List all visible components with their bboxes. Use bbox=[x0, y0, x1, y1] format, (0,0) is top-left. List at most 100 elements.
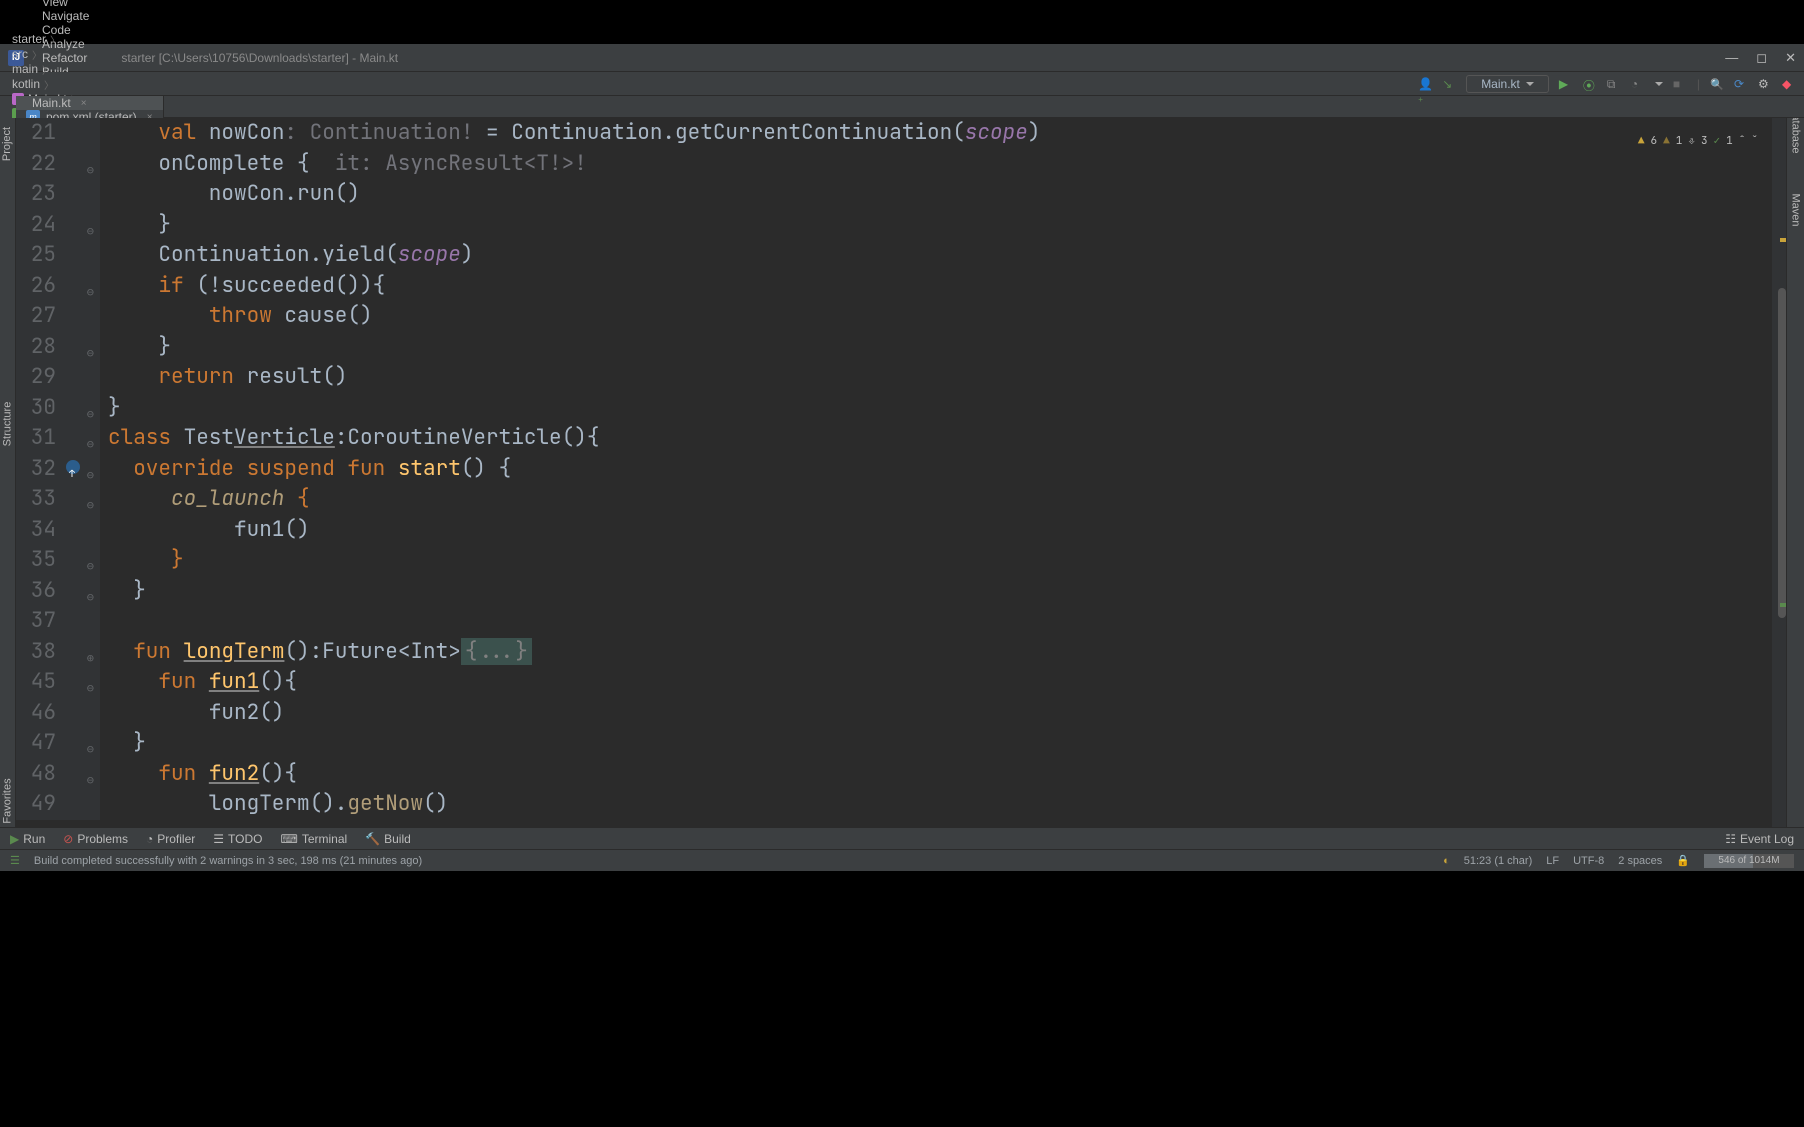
file-encoding[interactable]: UTF-8 bbox=[1573, 855, 1604, 867]
code-line[interactable]: 23 nowCon.run() bbox=[16, 179, 1768, 210]
line-number: 31 bbox=[16, 423, 64, 454]
status-indicator-icon[interactable]: ☰ bbox=[10, 854, 20, 867]
code-line[interactable]: 30⊖} bbox=[16, 393, 1768, 424]
line-number: 28 bbox=[16, 332, 64, 363]
breadcrumb-item[interactable]: main〉 bbox=[8, 62, 107, 77]
tab-close-icon[interactable]: × bbox=[81, 98, 87, 109]
error-stripe[interactable] bbox=[1772, 118, 1786, 827]
line-number: 45 bbox=[16, 667, 64, 698]
indent-settings[interactable]: 2 spaces bbox=[1618, 855, 1662, 867]
run-config-label: Main.kt bbox=[1481, 77, 1520, 91]
code-line[interactable]: 46 fun2() bbox=[16, 698, 1768, 729]
line-number: 49 bbox=[16, 789, 64, 820]
line-number: 35 bbox=[16, 545, 64, 576]
stop-button[interactable] bbox=[1673, 77, 1687, 91]
code-line[interactable]: 45⊖ fun fun1(){ bbox=[16, 667, 1768, 698]
override-gutter-icon[interactable] bbox=[66, 460, 80, 474]
code-line[interactable]: 21 val nowCon: Continuation! = Continuat… bbox=[16, 118, 1768, 149]
line-number: 46 bbox=[16, 698, 64, 729]
bottom-tool-stripe: ▶Run ⊘Problems ◔Profiler ☰TODO ⌨Terminal… bbox=[0, 827, 1804, 849]
event-log-button[interactable]: ☷Event Log bbox=[1725, 832, 1794, 846]
main-menu-bar: IJ FileEditViewNavigateCodeAnalyzeRefact… bbox=[0, 44, 1804, 72]
readonly-lock-icon[interactable] bbox=[1676, 854, 1690, 867]
code-line[interactable]: 37 bbox=[16, 606, 1768, 637]
add-configuration-icon[interactable]: 👤+ bbox=[1418, 77, 1432, 91]
code-line[interactable]: 24⊖ } bbox=[16, 210, 1768, 241]
run-configuration-dropdown[interactable]: Main.kt bbox=[1466, 75, 1549, 93]
tool-window-database[interactable]: Database bbox=[1790, 118, 1802, 154]
tool-window-maven[interactable]: Maven bbox=[1790, 193, 1802, 226]
tool-window-project[interactable]: Project bbox=[2, 127, 14, 161]
menu-view[interactable]: View bbox=[34, 0, 97, 9]
editor[interactable]: ▲6 ▲1 ⎀3 ✓1 ˆ ˇ 21 val nowCon: Continuat… bbox=[16, 118, 1786, 827]
line-number: 30 bbox=[16, 393, 64, 424]
tool-window-build[interactable]: 🔨Build bbox=[365, 832, 411, 846]
line-number: 38 bbox=[16, 637, 64, 668]
code-line[interactable]: 47⊖ } bbox=[16, 728, 1768, 759]
code-line[interactable]: 33⊖ co_launch { bbox=[16, 484, 1768, 515]
tool-window-terminal[interactable]: ⌨Terminal bbox=[280, 832, 347, 846]
status-message: Build completed successfully with 2 warn… bbox=[34, 855, 1429, 867]
code-line[interactable]: 38⊕ fun longTerm():Future<Int>{...} bbox=[16, 637, 1768, 668]
line-number: 34 bbox=[16, 515, 64, 546]
debug-button[interactable] bbox=[1583, 77, 1597, 91]
code-line[interactable]: 28⊖ } bbox=[16, 332, 1768, 363]
tool-window-favorites[interactable]: Favorites bbox=[2, 778, 14, 823]
line-number: 36 bbox=[16, 576, 64, 607]
line-number: 23 bbox=[16, 179, 64, 210]
tool-window-problems[interactable]: ⊘Problems bbox=[63, 832, 128, 846]
profile-button[interactable]: ◔ bbox=[1631, 77, 1645, 91]
code-line[interactable]: 35⊖ } bbox=[16, 545, 1768, 576]
breadcrumb-item[interactable]: src〉 bbox=[8, 47, 107, 62]
code-line[interactable]: 36⊖ } bbox=[16, 576, 1768, 607]
code-line[interactable]: 22⊖ onComplete { it: AsyncResult<T!>! bbox=[16, 149, 1768, 180]
status-bar: ☰ Build completed successfully with 2 wa… bbox=[0, 849, 1804, 871]
intellij-marketplace-icon[interactable]: ◆ bbox=[1782, 77, 1796, 91]
search-everywhere-icon[interactable] bbox=[1710, 77, 1724, 91]
code-line[interactable]: 27 throw cause() bbox=[16, 301, 1768, 332]
window-minimize-icon[interactable]: — bbox=[1725, 50, 1738, 66]
code-line[interactable]: 26⊖ if (!succeeded()){ bbox=[16, 271, 1768, 302]
code-line[interactable]: 32⊖ override suspend fun start() { bbox=[16, 454, 1768, 485]
run-button[interactable] bbox=[1559, 77, 1573, 91]
line-number: 47 bbox=[16, 728, 64, 759]
line-number: 24 bbox=[16, 210, 64, 241]
window-maximize-icon[interactable]: ◻ bbox=[1756, 50, 1767, 66]
line-number: 32 bbox=[16, 454, 64, 485]
editor-tab[interactable]: Main.kt× bbox=[16, 96, 164, 110]
tool-window-structure[interactable]: Structure bbox=[2, 402, 14, 447]
tool-window-profiler[interactable]: ◔Profiler bbox=[146, 832, 195, 846]
more-run-dropdown[interactable] bbox=[1655, 82, 1663, 86]
ide-window: IJ FileEditViewNavigateCodeAnalyzeRefact… bbox=[0, 44, 1804, 871]
code-line[interactable]: 34 fun1() bbox=[16, 515, 1768, 546]
code-line[interactable]: 25 Continuation.yield(scope) bbox=[16, 240, 1768, 271]
editor-tabs: Main.kt×mpom.xml (starter)× bbox=[16, 96, 1804, 118]
line-separator[interactable]: LF bbox=[1546, 855, 1559, 867]
line-number: 29 bbox=[16, 362, 64, 393]
line-number: 48 bbox=[16, 759, 64, 790]
right-tool-stripe: Database Maven bbox=[1786, 118, 1804, 827]
left-tool-stripe: Project Structure Favorites bbox=[0, 118, 16, 827]
code-line[interactable]: 49 longTerm().getNow() bbox=[16, 789, 1768, 820]
menu-navigate[interactable]: Navigate bbox=[34, 9, 97, 23]
settings-icon[interactable] bbox=[1758, 77, 1772, 91]
breadcrumb-item[interactable]: starter〉 bbox=[8, 32, 107, 47]
line-number: 21 bbox=[16, 118, 64, 149]
window-title: starter [C:\Users\10756\Downloads\starte… bbox=[121, 51, 398, 65]
tool-window-run[interactable]: ▶Run bbox=[10, 832, 45, 846]
build-icon[interactable]: ↘ bbox=[1442, 77, 1456, 91]
line-number: 37 bbox=[16, 606, 64, 637]
line-number: 27 bbox=[16, 301, 64, 332]
code-line[interactable]: 29 return result() bbox=[16, 362, 1768, 393]
caret-position[interactable]: 51:23 (1 char) bbox=[1464, 855, 1532, 867]
code-line[interactable]: 48⊖ fun fun2(){ bbox=[16, 759, 1768, 790]
breadcrumb-item[interactable]: kotlin〉 bbox=[8, 77, 107, 92]
update-project-icon[interactable] bbox=[1734, 77, 1748, 91]
code-line[interactable]: 31⊖class TestVerticle:CoroutineVerticle(… bbox=[16, 423, 1768, 454]
window-close-icon[interactable]: ✕ bbox=[1785, 50, 1796, 66]
tool-window-todo[interactable]: ☰TODO bbox=[213, 832, 262, 846]
coverage-button[interactable] bbox=[1607, 77, 1621, 91]
memory-indicator[interactable]: 546 of 1014M bbox=[1704, 854, 1794, 868]
line-number: 22 bbox=[16, 149, 64, 180]
background-tasks-icon[interactable]: ◐ bbox=[1443, 855, 1450, 867]
